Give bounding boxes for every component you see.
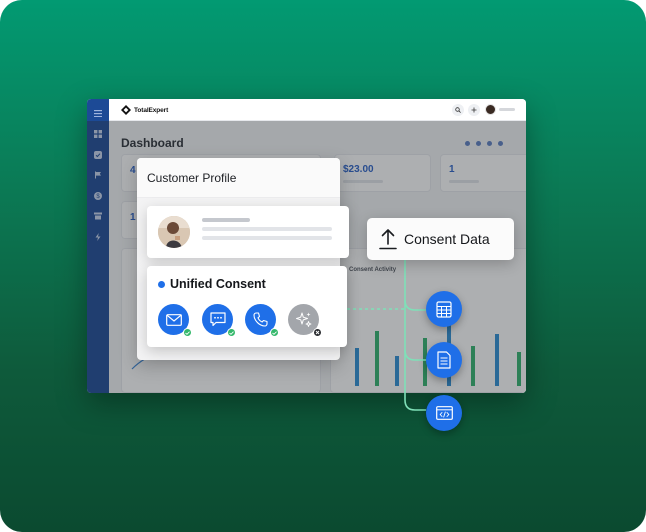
customer-detail-placeholder xyxy=(202,227,332,231)
profile-title: Customer Profile xyxy=(147,171,237,185)
spreadsheet-icon xyxy=(436,300,452,318)
upload-icon xyxy=(379,229,397,250)
person-photo-icon xyxy=(158,216,190,248)
document-icon xyxy=(437,351,451,369)
consent-title: Unified Consent xyxy=(170,277,266,291)
email-icon xyxy=(165,313,182,326)
profile-header: Customer Profile xyxy=(137,158,340,198)
user-name-placeholder xyxy=(499,108,515,111)
check-icon xyxy=(183,328,192,337)
close-icon xyxy=(313,328,322,337)
unified-consent-card: Unified Consent xyxy=(147,266,347,347)
sms-channel-button[interactable] xyxy=(202,304,236,337)
customer-avatar xyxy=(158,216,190,248)
search-icon[interactable] xyxy=(452,104,464,116)
consent-data-label: Consent Data xyxy=(404,231,490,247)
brand-name: TotalExpert xyxy=(134,106,169,114)
top-bar: TotalExpert xyxy=(109,99,526,121)
customer-detail-placeholder xyxy=(202,236,332,240)
brand-logo[interactable]: TotalExpert xyxy=(121,104,168,116)
user-avatar[interactable] xyxy=(485,104,496,115)
consent-status-dot xyxy=(158,281,165,288)
menu-icon[interactable] xyxy=(93,108,103,118)
brand-mark-icon xyxy=(121,105,131,115)
spreadsheet-destination[interactable] xyxy=(426,291,462,327)
sms-icon xyxy=(209,312,226,327)
customer-name-placeholder xyxy=(202,218,250,222)
consent-data-export-button[interactable]: Consent Data xyxy=(367,218,514,260)
check-icon xyxy=(227,328,236,337)
check-icon xyxy=(270,328,279,337)
add-icon[interactable] xyxy=(468,104,480,116)
phone-icon xyxy=(253,312,268,327)
ai-channel-button[interactable] xyxy=(288,304,322,337)
code-window-icon xyxy=(435,406,453,420)
phone-channel-button[interactable] xyxy=(245,304,279,337)
email-channel-button[interactable] xyxy=(158,304,192,337)
customer-card[interactable] xyxy=(147,206,349,258)
code-window-destination[interactable] xyxy=(426,395,462,431)
ai-sparkle-icon xyxy=(295,312,311,327)
document-destination[interactable] xyxy=(426,342,462,378)
